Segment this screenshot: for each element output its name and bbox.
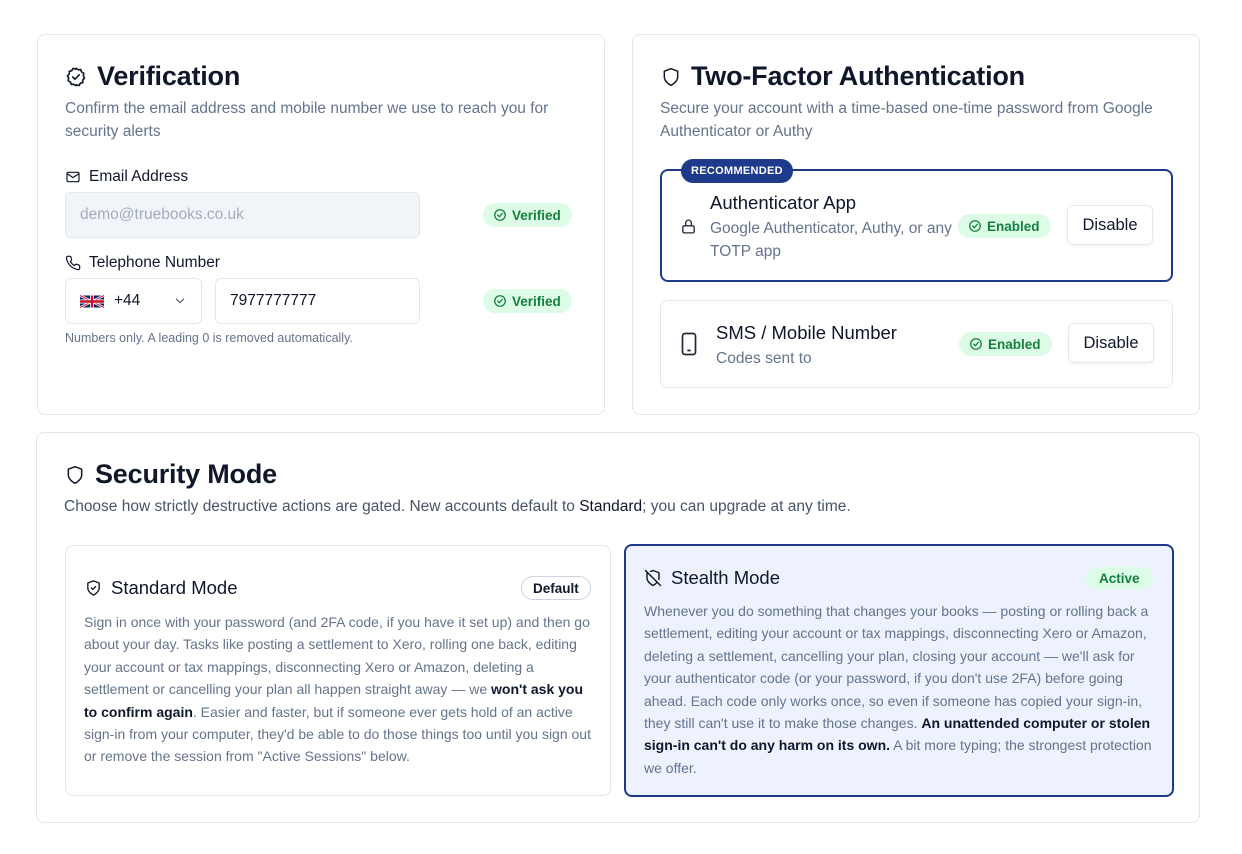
disable-sms-button[interactable]: Disable	[1068, 323, 1154, 363]
verification-card: Verification Confirm the email address a…	[37, 34, 605, 415]
verification-title-text: Verification	[97, 61, 241, 91]
check-circle-icon	[494, 209, 506, 221]
two-factor-title-text: Two-Factor Authentication	[691, 61, 1025, 91]
standard-mode-option[interactable]: Standard Mode Default Sign in once with …	[65, 545, 611, 796]
default-mode-emphasis: Standard	[579, 498, 643, 515]
mail-icon	[66, 171, 80, 183]
recommended-badge: RECOMMENDED	[681, 159, 793, 183]
shield-check-icon	[87, 580, 100, 596]
smartphone-icon	[681, 332, 697, 356]
active-badge: Active	[1086, 567, 1153, 589]
security-mode-description: Choose how strictly destructive actions …	[64, 498, 851, 515]
two-factor-description: Secure your account with a time-based on…	[660, 100, 1153, 140]
phone-hint: Numbers only. A leading 0 is removed aut…	[65, 331, 353, 345]
security-mode-title: Security Mode	[65, 459, 277, 490]
country-code: +44	[114, 292, 141, 309]
email-label-text: Email Address	[89, 168, 189, 185]
authenticator-app-title: Authenticator App	[710, 192, 857, 213]
default-badge: Default	[521, 576, 591, 600]
check-circle-icon	[969, 220, 981, 232]
phone-label-text: Telephone Number	[89, 254, 220, 271]
email-label: Email Address	[65, 168, 188, 186]
sms-title: SMS / Mobile Number	[716, 322, 897, 343]
standard-mode-description: Sign in once with your password (and 2FA…	[84, 614, 591, 765]
shield-off-icon	[644, 569, 662, 587]
verification-description: Confirm the email address and mobile num…	[65, 100, 549, 140]
authenticator-app-option[interactable]: Authenticator App Google Authenticator, …	[660, 169, 1173, 282]
standard-mode-title: Standard Mode	[85, 577, 238, 599]
uk-flag-icon	[80, 293, 104, 309]
email-field[interactable]	[65, 192, 420, 238]
verification-title: Verification	[65, 61, 240, 92]
phone-verified-badge: Verified	[483, 289, 572, 313]
sms-subtitle: Codes sent to	[716, 350, 812, 367]
shield-icon	[663, 67, 679, 86]
shield-icon	[67, 465, 83, 484]
country-code-select[interactable]: +44	[65, 278, 202, 324]
stealth-mode-option[interactable]: Stealth Mode Active Whenever you do some…	[624, 544, 1174, 797]
two-factor-card: Two-Factor Authentication Secure your ac…	[632, 34, 1200, 415]
sms-option[interactable]: SMS / Mobile Number Codes sent to Enable…	[660, 300, 1173, 388]
lock-icon	[682, 219, 695, 234]
sms-enabled-badge: Enabled	[959, 332, 1052, 356]
security-mode-title-text: Security Mode	[95, 459, 277, 489]
phone-label: Telephone Number	[65, 254, 220, 272]
stealth-mode-title: Stealth Mode	[644, 567, 780, 589]
phone-icon	[65, 255, 81, 271]
security-mode-card: Security Mode Choose how strictly destru…	[36, 432, 1200, 823]
stealth-mode-description: Whenever you do something that changes y…	[644, 603, 1152, 776]
chevron-down-icon	[175, 298, 185, 304]
phone-number-input[interactable]	[215, 278, 420, 324]
check-circle-icon	[970, 338, 982, 350]
badge-check-icon	[66, 66, 86, 87]
authenticator-enabled-badge: Enabled	[958, 214, 1051, 238]
two-factor-title: Two-Factor Authentication	[661, 61, 1025, 92]
email-verified-badge: Verified	[483, 203, 572, 227]
authenticator-app-subtitle: Google Authenticator, Authy, or any TOTP…	[710, 220, 952, 260]
check-circle-icon	[494, 295, 506, 307]
disable-authenticator-button[interactable]: Disable	[1067, 205, 1153, 245]
